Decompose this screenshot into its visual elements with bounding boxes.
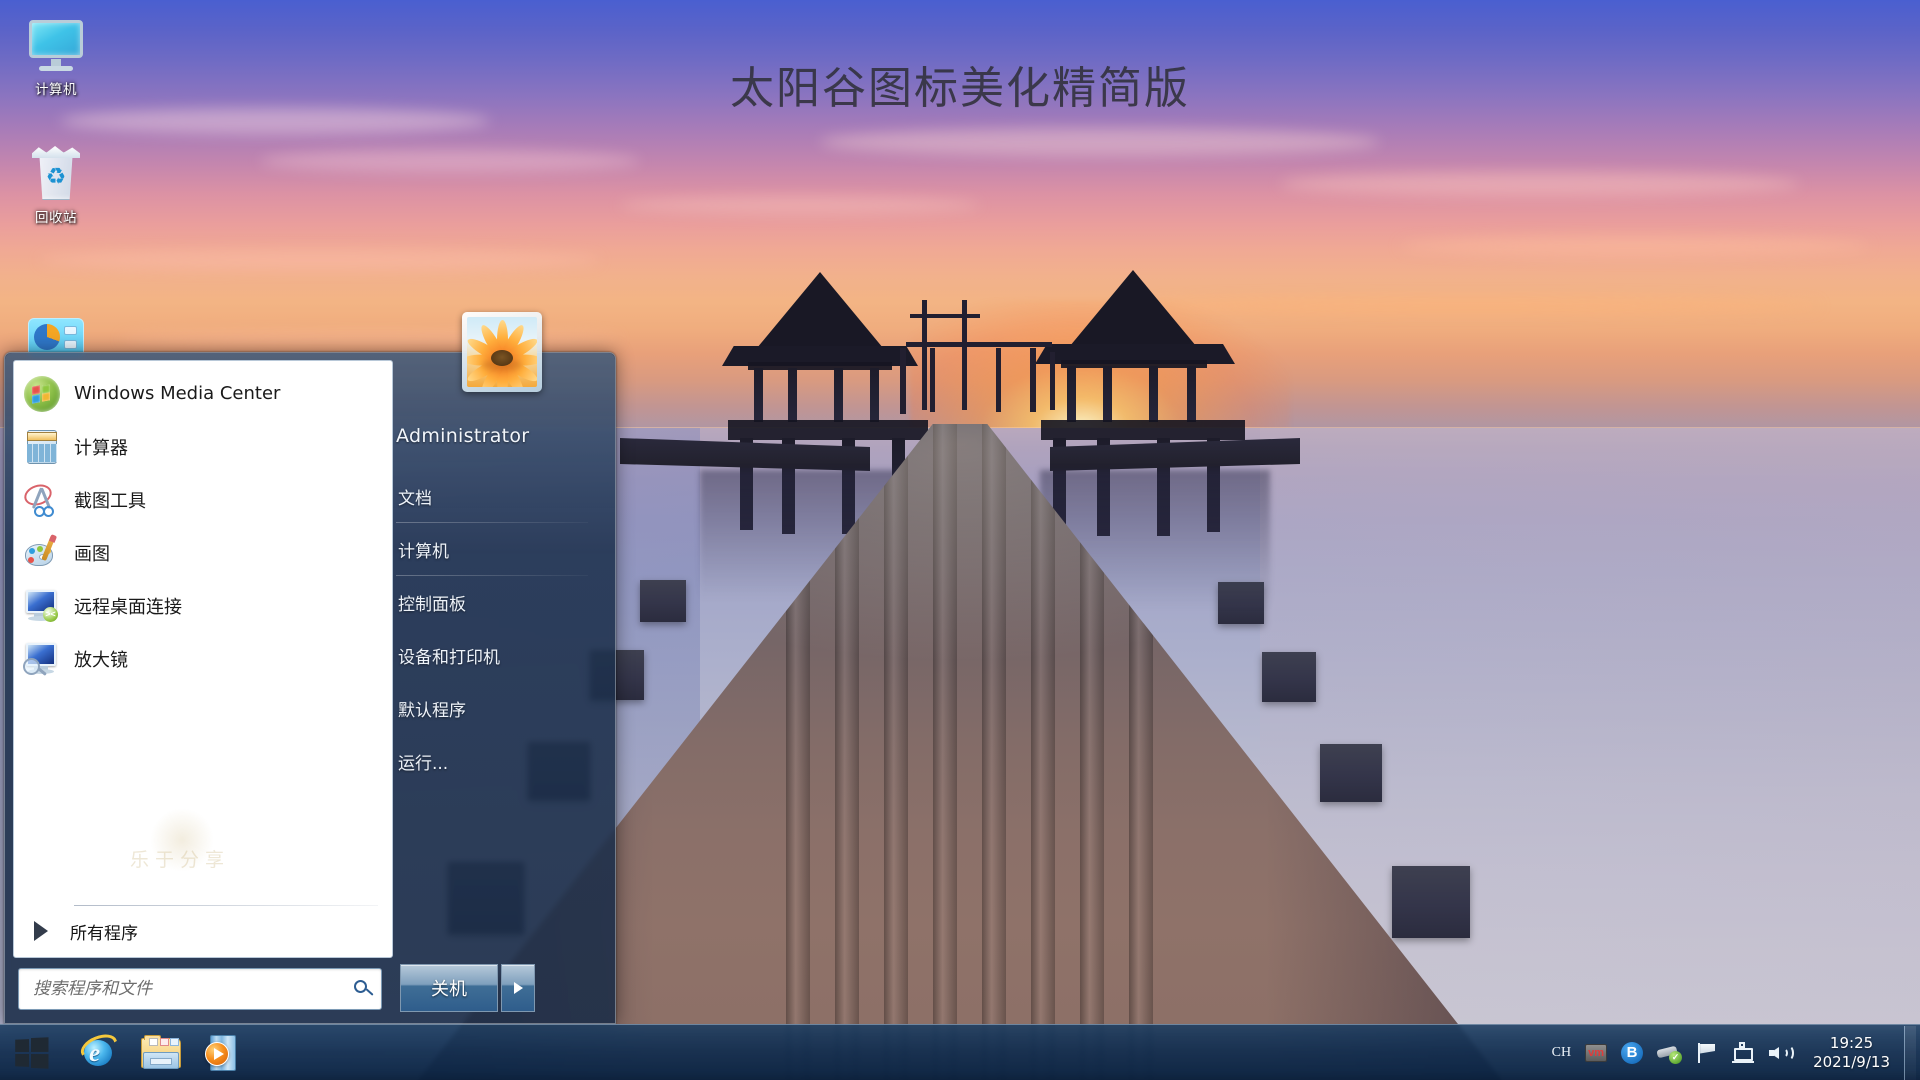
- desktop-icon-recycle-bin[interactable]: ♻ 回收站: [10, 142, 102, 226]
- wallpaper-title: 太阳谷图标美化精简版: [730, 63, 1190, 114]
- chevron-right-icon: [34, 921, 48, 941]
- start-menu-item-remote-desktop[interactable]: >< 远程桌面连接: [14, 579, 392, 632]
- paint-icon: [24, 533, 60, 571]
- taskbar-item-windows-media-player[interactable]: [196, 1030, 250, 1076]
- desktop-icon-label: 计算机: [35, 82, 77, 97]
- all-programs-label: 所有程序: [70, 923, 138, 944]
- shutdown-button[interactable]: 关机: [400, 964, 498, 1012]
- computer-monitor-icon: [24, 14, 88, 78]
- place-label: 运行...: [398, 754, 449, 774]
- place-label: 计算机: [398, 542, 449, 562]
- place-label: 默认程序: [398, 701, 466, 721]
- start-menu-program-list: Windows Media Center 计算器 截图工具 画图 >< 远程桌面…: [14, 367, 392, 685]
- all-programs-button[interactable]: 所有程序: [14, 905, 392, 957]
- remote-desktop-icon: ><: [24, 588, 60, 624]
- start-menu-item-label: 画图: [74, 543, 110, 565]
- all-programs-divider: [74, 905, 378, 906]
- magnifier-icon: [23, 641, 60, 677]
- calculator-icon: [24, 429, 60, 465]
- clock-time: 19:25: [1829, 1033, 1874, 1052]
- clock-date: 2021/9/13: [1813, 1052, 1890, 1071]
- place-label: 文档: [398, 489, 432, 509]
- network-icon: [1731, 1042, 1755, 1063]
- piling: [1392, 866, 1470, 938]
- vm-icon: vm: [1585, 1043, 1608, 1062]
- search-icon[interactable]: [347, 968, 381, 1010]
- usb-eject-icon: ✓: [1656, 1043, 1683, 1064]
- user-avatar[interactable]: [462, 312, 542, 392]
- speaker-icon: [1769, 1042, 1795, 1064]
- desktop-icon-label: 回收站: [35, 210, 77, 225]
- start-menu-place-devices-and-printers[interactable]: 设备和打印机: [396, 629, 606, 682]
- tray-item-bluetooth[interactable]: [1615, 1030, 1649, 1076]
- tray-language-indicator[interactable]: CH: [1546, 1030, 1577, 1076]
- start-menu-item-windows-media-center[interactable]: Windows Media Center: [14, 367, 392, 420]
- windows-media-center-icon: [24, 375, 60, 412]
- piling: [1262, 652, 1316, 702]
- flag-icon: [1697, 1042, 1717, 1063]
- start-menu-item-label: 远程桌面连接: [74, 596, 182, 618]
- taskbar[interactable]: e CH vm B ✓ 19:25 2021/9/13: [0, 1024, 1920, 1080]
- start-menu-item-label: Windows Media Center: [74, 383, 281, 404]
- piling: [1320, 744, 1382, 802]
- tray-item-vmware[interactable]: vm: [1579, 1030, 1613, 1076]
- internet-explorer-icon: e: [80, 1034, 118, 1072]
- start-menu-places-list: 文档 计算机 控制面板 设备和打印机 默认程序 运行...: [396, 470, 606, 788]
- system-tray: CH vm ✓: [1546, 1025, 1920, 1080]
- tray-item-volume[interactable]: [1763, 1030, 1801, 1076]
- start-menu-place-documents[interactable]: 文档: [396, 470, 606, 523]
- recycle-bin-icon: ♻: [24, 142, 88, 206]
- taskbar-item-file-explorer[interactable]: [134, 1030, 188, 1076]
- desktop-icon-computer[interactable]: 计算机: [10, 14, 102, 98]
- start-menu-item-label: 放大镜: [74, 649, 128, 671]
- start-menu-item-label: 截图工具: [74, 490, 146, 512]
- piling: [640, 580, 686, 622]
- place-label: 设备和打印机: [398, 648, 500, 668]
- start-button[interactable]: [0, 1026, 62, 1080]
- tray-item-safely-remove-hardware[interactable]: ✓: [1651, 1030, 1689, 1076]
- snipping-tool-icon: [21, 480, 60, 518]
- start-menu-item-calculator[interactable]: 计算器: [14, 420, 392, 473]
- start-menu-item-label: 计算器: [74, 437, 128, 459]
- start-menu-item-paint[interactable]: 画图: [14, 526, 392, 579]
- start-menu-search-box[interactable]: [18, 968, 382, 1010]
- media-player-icon: [205, 1034, 240, 1072]
- shutdown-controls[interactable]: 关机: [400, 964, 535, 1012]
- flower-avatar-icon: [467, 317, 537, 387]
- windows-logo-icon: [15, 1036, 49, 1069]
- start-menu-item-snipping-tool[interactable]: 截图工具: [14, 473, 392, 526]
- tray-item-network[interactable]: [1725, 1030, 1761, 1076]
- desktop[interactable]: 太阳谷图标美化精简版 计算机 ♻ 回收站 Windows Media Cente…: [0, 0, 1920, 1080]
- taskbar-clock[interactable]: 19:25 2021/9/13: [1803, 1034, 1902, 1072]
- user-name: Administrator: [396, 425, 530, 447]
- start-menu-programs-panel[interactable]: Windows Media Center 计算器 截图工具 画图 >< 远程桌面…: [13, 360, 393, 958]
- start-menu-place-default-programs[interactable]: 默认程序: [396, 682, 606, 735]
- pier-gate: [900, 300, 1060, 420]
- tray-item-action-center[interactable]: [1691, 1030, 1723, 1076]
- start-menu-place-computer[interactable]: 计算机: [396, 523, 606, 576]
- chevron-right-icon: [513, 982, 523, 994]
- taskbar-pinned-items: e: [72, 1030, 250, 1076]
- start-menu-place-control-panel[interactable]: 控制面板: [396, 576, 606, 629]
- folder-icon: [141, 1034, 181, 1070]
- bluetooth-icon: [1621, 1041, 1644, 1064]
- taskbar-item-internet-explorer[interactable]: e: [72, 1030, 126, 1076]
- place-label: 控制面板: [398, 595, 466, 615]
- start-menu-place-run[interactable]: 运行...: [396, 735, 606, 788]
- show-desktop-button[interactable]: [1904, 1025, 1916, 1080]
- search-input[interactable]: [19, 979, 347, 999]
- shutdown-options-button[interactable]: [501, 964, 535, 1012]
- start-menu-item-magnifier[interactable]: 放大镜: [14, 632, 392, 685]
